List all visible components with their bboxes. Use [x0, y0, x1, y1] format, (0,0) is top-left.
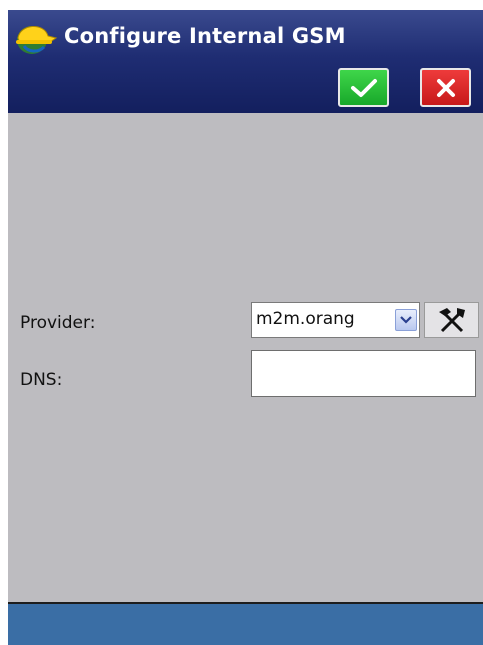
device-screen: Configure Internal GSM Provider: m2m.ora… [8, 10, 483, 645]
provider-select[interactable]: m2m.orang [251, 302, 420, 338]
app-logo-icon [16, 26, 58, 54]
close-icon [436, 78, 455, 97]
window-title: Configure Internal GSM [64, 24, 346, 48]
chevron-down-icon[interactable] [395, 309, 417, 331]
title-bar: Configure Internal GSM [8, 10, 483, 113]
dns-input[interactable] [251, 350, 476, 397]
provider-label: Provider: [20, 313, 96, 333]
tools-icon [438, 308, 465, 333]
checkmark-icon [350, 78, 377, 97]
cancel-button[interactable] [420, 68, 471, 107]
bottom-bar [8, 602, 483, 645]
ok-button[interactable] [338, 68, 389, 107]
provider-select-value: m2m.orang [256, 309, 355, 329]
dns-label: DNS: [20, 370, 63, 390]
provider-settings-button[interactable] [424, 302, 479, 338]
